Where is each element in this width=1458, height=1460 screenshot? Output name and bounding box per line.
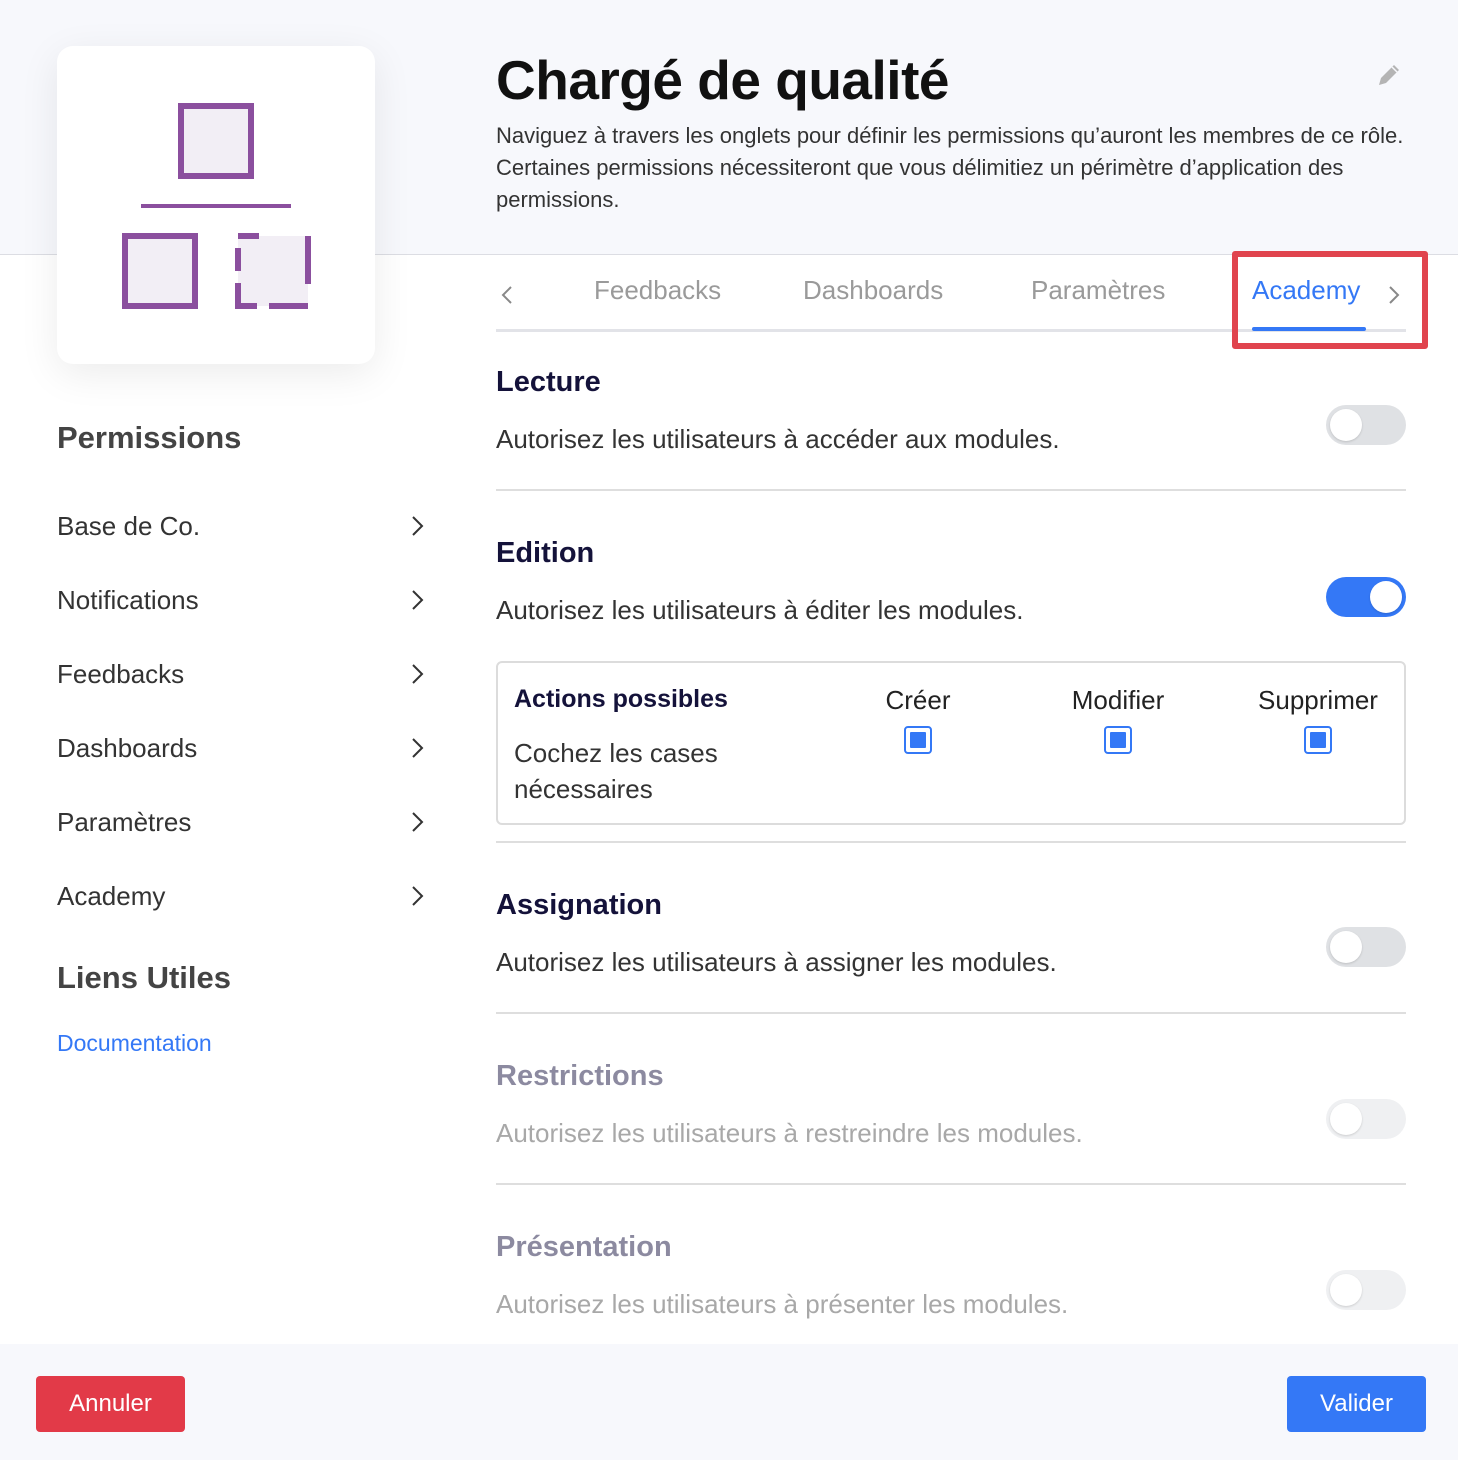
tab-parametres[interactable]: Paramètres <box>1031 275 1165 306</box>
toggle-lecture[interactable] <box>1326 405 1406 445</box>
chevron-right-icon <box>412 516 424 536</box>
tab-feedbacks[interactable]: Feedbacks <box>594 275 721 306</box>
pencil-icon[interactable] <box>1374 60 1404 90</box>
action-modify-label: Modifier <box>1071 685 1165 715</box>
sidebar-item-label: Notifications <box>57 584 199 615</box>
divider <box>496 1183 1406 1185</box>
permissions-heading: Permissions <box>57 420 242 455</box>
action-create-label: Créer <box>885 685 951 715</box>
actions-description: Cochez les cases nécessaires <box>514 738 718 804</box>
action-delete: Supprimer <box>1238 685 1398 759</box>
permission-title-presentation: Présentation <box>496 1231 672 1263</box>
useful-links-heading: Liens Utiles <box>57 960 231 995</box>
sidebar-item-label: Dashboards <box>57 732 198 763</box>
sidebar-item-notifications[interactable]: Notifications <box>57 580 427 620</box>
action-delete-label: Supprimer <box>1258 685 1378 715</box>
toggle-presentation <box>1326 1270 1406 1310</box>
toggle-edition[interactable] <box>1326 577 1406 617</box>
divider <box>496 489 1406 491</box>
permission-desc-assignation: Autorisez les utilisateurs à assigner le… <box>496 947 1057 977</box>
sidebar-item-label: Base de Co. <box>57 510 201 541</box>
divider <box>496 1012 1406 1014</box>
permission-desc-restrictions: Autorisez les utilisateurs à restreindre… <box>496 1118 1083 1148</box>
permission-desc-lecture: Autorisez les utilisateurs à accéder aux… <box>496 424 1060 454</box>
tab-dashboards[interactable]: Dashboards <box>803 275 943 306</box>
documentation-link[interactable]: Documentation <box>57 1030 212 1057</box>
chevron-right-icon <box>412 886 424 906</box>
permission-title-lecture: Lecture <box>496 366 601 398</box>
permission-desc-presentation: Autorisez les utilisateurs à présenter l… <box>496 1289 1069 1319</box>
chevron-right-icon <box>412 590 424 610</box>
chevron-right-icon <box>412 664 424 684</box>
sidebar-item-parametres[interactable]: Paramètres <box>57 802 427 842</box>
sidebar-item-label: Feedbacks <box>57 658 185 689</box>
page-description: Naviguez à travers les onglets pour défi… <box>496 123 1404 212</box>
action-create: Créer <box>838 685 998 759</box>
permission-desc-edition: Autorisez les utilisateurs à éditer les … <box>496 595 1024 625</box>
permission-title-assignation: Assignation <box>496 889 662 921</box>
permission-title-restrictions: Restrictions <box>496 1060 664 1092</box>
highlight-annotation <box>1232 251 1428 349</box>
sidebar-item-dashboards[interactable]: Dashboards <box>57 728 427 768</box>
sidebar-item-feedbacks[interactable]: Feedbacks <box>57 654 427 694</box>
footer-bar <box>0 1344 1458 1460</box>
permission-title-edition: Edition <box>496 537 595 569</box>
toggle-assignation[interactable] <box>1326 927 1406 967</box>
create-checkbox[interactable] <box>904 726 932 754</box>
chevron-right-icon <box>412 738 424 758</box>
sidebar-item-academy[interactable]: Academy <box>57 876 427 916</box>
chevron-right-icon <box>412 812 424 832</box>
sidebar-item-label: Paramètres <box>57 806 192 837</box>
org-chart-icon <box>122 103 311 309</box>
page-title: Chargé de qualité <box>496 49 949 111</box>
sidebar-item-label: Academy <box>57 880 166 911</box>
validate-button[interactable]: Valider <box>1287 1376 1426 1432</box>
actions-title: Actions possibles <box>514 685 728 713</box>
actions-panel: Actions possibles Cochez les cases néces… <box>496 661 1406 825</box>
chevron-left-icon[interactable] <box>496 283 518 307</box>
toggle-restrictions <box>1326 1099 1406 1139</box>
modify-checkbox[interactable] <box>1104 726 1132 754</box>
sidebar-item-base-de-co[interactable]: Base de Co. <box>57 506 427 546</box>
role-logo-card <box>57 46 375 364</box>
cancel-button[interactable]: Annuler <box>36 1376 185 1432</box>
divider <box>496 841 1406 843</box>
delete-checkbox[interactable] <box>1304 726 1332 754</box>
action-modify: Modifier <box>1038 685 1198 759</box>
